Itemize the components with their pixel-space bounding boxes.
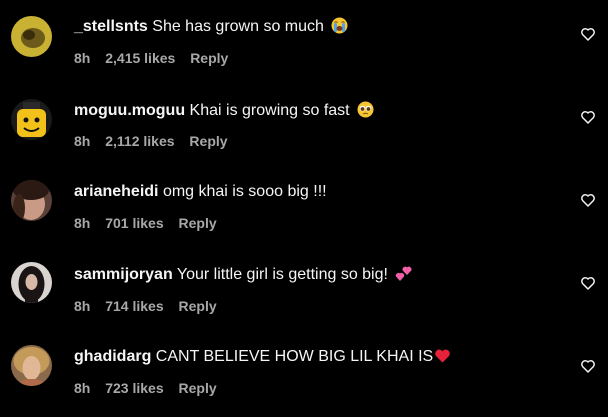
pleading-face-emoji [357,101,374,118]
comment-text: She has grown so much [152,18,324,35]
comment-item: ghadidarg CANT BELIEVE HOW BIG LIL KHAI … [0,332,608,412]
reply-button[interactable]: Reply [190,50,228,66]
comment-time: 8h [74,50,91,66]
comment-likes[interactable]: 2,415 likes [105,50,175,66]
comment-username[interactable]: moguu.moguu [74,102,185,119]
heart-outline-icon[interactable] [580,26,596,42]
heart-outline-icon[interactable] [580,109,596,125]
reply-button[interactable]: Reply [179,215,217,231]
heart-outline-icon[interactable] [580,275,596,291]
user-avatar[interactable] [11,180,52,221]
comment-item: sammijoryan Your little girl is getting … [0,249,608,329]
comment-text: CANT BELIEVE HOW BIG LIL KHAI IS [155,348,434,365]
comment-time: 8h [74,133,91,149]
heart-outline-icon[interactable] [580,192,596,208]
comment-likes[interactable]: 723 likes [105,380,163,396]
comment-item: _stellsnts She has grown so much 8h 2,41… [0,0,608,80]
reply-button[interactable]: Reply [179,298,217,314]
comment-username[interactable]: sammijoryan [74,266,173,283]
comment-username[interactable]: arianeheidi [74,183,158,200]
user-avatar[interactable] [11,99,52,140]
comment-text: omg khai is sooo big !!! [162,183,327,200]
comment-likes[interactable]: 701 likes [105,215,163,231]
comment-text: Your little girl is getting so big! [176,266,388,283]
comment-time: 8h [74,380,91,396]
reply-button[interactable]: Reply [179,380,217,396]
comment-item: moguu.moguu Khai is growing so fast 8h 2… [0,83,608,163]
loudly-crying-face-emoji [331,17,348,34]
user-avatar[interactable] [11,16,52,57]
comment-time: 8h [74,215,91,231]
heart-outline-icon[interactable] [580,358,596,374]
user-avatar[interactable] [11,262,52,303]
two-hearts-emoji [395,265,412,282]
comment-likes[interactable]: 2,112 likes [105,133,174,149]
reply-button[interactable]: Reply [189,133,227,149]
comment-time: 8h [74,298,91,314]
comment-text: Khai is growing so fast [189,102,350,119]
user-avatar[interactable] [11,345,52,386]
comment-username[interactable]: _stellsnts [74,18,148,35]
red-heart-emoji [434,347,451,364]
comment-username[interactable]: ghadidarg [74,348,151,365]
comment-item: arianeheidi omg khai is sooo big !!! 8h … [0,166,608,246]
comment-likes[interactable]: 714 likes [105,298,163,314]
